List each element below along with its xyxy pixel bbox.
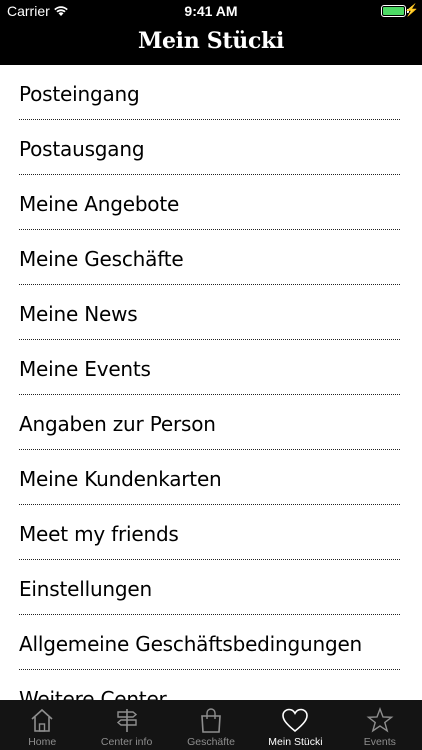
- menu-item-label: Meine Events: [19, 357, 151, 381]
- battery-icon: [381, 5, 406, 17]
- tab-label: Mein Stücki: [268, 736, 323, 748]
- menu-list[interactable]: Posteingang Postausgang Meine Angebote M…: [0, 65, 422, 700]
- menu-item-label: Weitere Center: [19, 687, 167, 700]
- tab-events[interactable]: Events: [338, 700, 422, 750]
- menu-item-label: Allgemeine Geschäftsbedingungen: [19, 632, 363, 656]
- charging-icon: ⚡: [404, 3, 419, 17]
- menu-item-meine-kundenkarten[interactable]: Meine Kundenkarten: [19, 450, 400, 505]
- tab-label: Home: [28, 736, 57, 748]
- menu-item-weitere-center[interactable]: Weitere Center: [19, 670, 400, 700]
- menu-item-meine-events[interactable]: Meine Events: [19, 340, 400, 395]
- tab-label: Geschäfte: [187, 736, 235, 748]
- menu-item-label: Meine Angebote: [19, 192, 180, 216]
- home-icon: [27, 706, 57, 734]
- menu-item-label: Posteingang: [19, 82, 140, 106]
- tab-geschaefte[interactable]: Geschäfte: [169, 700, 253, 750]
- menu-item-label: Meine Kundenkarten: [19, 467, 222, 491]
- menu-item-meine-news[interactable]: Meine News: [19, 285, 400, 340]
- tab-bar: Home Center info Geschäfte Mein Stücki E…: [0, 700, 422, 750]
- menu-item-posteingang[interactable]: Posteingang: [19, 65, 400, 120]
- tab-center-info[interactable]: Center info: [84, 700, 168, 750]
- menu-item-label: Postausgang: [19, 137, 145, 161]
- tab-home[interactable]: Home: [0, 700, 84, 750]
- menu-item-agb[interactable]: Allgemeine Geschäftsbedingungen: [19, 615, 400, 670]
- menu-item-einstellungen[interactable]: Einstellungen: [19, 560, 400, 615]
- shopping-bag-icon: [196, 706, 226, 734]
- menu-item-meine-angebote[interactable]: Meine Angebote: [19, 175, 400, 230]
- star-icon: [365, 706, 395, 734]
- navigation-bar: Mein Stücki: [0, 22, 422, 65]
- menu-item-label: Einstellungen: [19, 577, 152, 601]
- menu-item-meine-geschaefte[interactable]: Meine Geschäfte: [19, 230, 400, 285]
- menu-item-label: Meine Geschäfte: [19, 247, 184, 271]
- tab-label: Events: [363, 736, 396, 748]
- heart-icon: [280, 706, 310, 734]
- signpost-icon: [112, 706, 142, 734]
- menu-item-meet-my-friends[interactable]: Meet my friends: [19, 505, 400, 560]
- menu-item-label: Meine News: [19, 302, 138, 326]
- clock: 9:41 AM: [184, 3, 238, 19]
- status-bar: Carrier 9:41 AM ⚡: [0, 0, 422, 22]
- menu-item-postausgang[interactable]: Postausgang: [19, 120, 400, 175]
- tab-label: Center info: [100, 736, 153, 748]
- menu-item-angaben-zur-person[interactable]: Angaben zur Person: [19, 395, 400, 450]
- menu-item-label: Meet my friends: [19, 522, 179, 546]
- menu-item-label: Angaben zur Person: [19, 412, 216, 436]
- tab-mein-stuecki[interactable]: Mein Stücki: [253, 700, 337, 750]
- page-title: Mein Stücki: [137, 28, 285, 54]
